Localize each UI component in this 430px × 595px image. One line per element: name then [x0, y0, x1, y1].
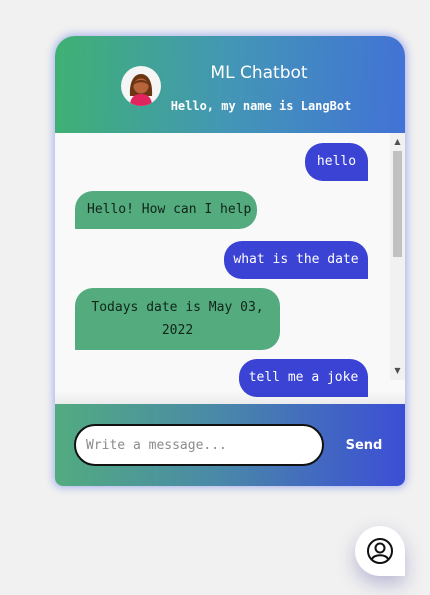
chat-composer: Send	[55, 404, 405, 486]
chatbot-title: ML Chatbot	[210, 63, 308, 83]
bot-message-line: 2022	[161, 323, 194, 338]
woman-avatar-icon	[121, 66, 161, 106]
bot-message: Hello! How can I help	[75, 191, 257, 229]
message-input[interactable]	[74, 424, 324, 466]
chatbox-header: ML Chatbot Hello, my name is LangBot	[55, 36, 405, 133]
message-scrollbar[interactable]: ▲ ▼	[390, 133, 405, 380]
chat-launcher-button[interactable]	[355, 526, 405, 576]
user-message: what is the date	[224, 241, 368, 279]
message-list[interactable]: hello Hello! How can I help what is the …	[55, 133, 405, 403]
user-message: hello	[305, 143, 368, 181]
chatbot-subtitle: Hello, my name is LangBot	[170, 99, 352, 113]
bot-message-line: Todays date is May 03,	[91, 300, 264, 315]
footer-shadow	[55, 391, 405, 405]
user-circle-icon	[367, 538, 393, 564]
bot-message: Todays date is May 03, 2022	[75, 288, 280, 350]
scroll-up-icon[interactable]: ▲	[390, 135, 405, 149]
scrollbar-thumb[interactable]	[393, 151, 402, 257]
scroll-down-icon[interactable]: ▼	[390, 364, 405, 378]
send-button[interactable]: Send	[335, 434, 393, 456]
chatbox: ML Chatbot Hello, my name is LangBot hel…	[55, 36, 405, 486]
